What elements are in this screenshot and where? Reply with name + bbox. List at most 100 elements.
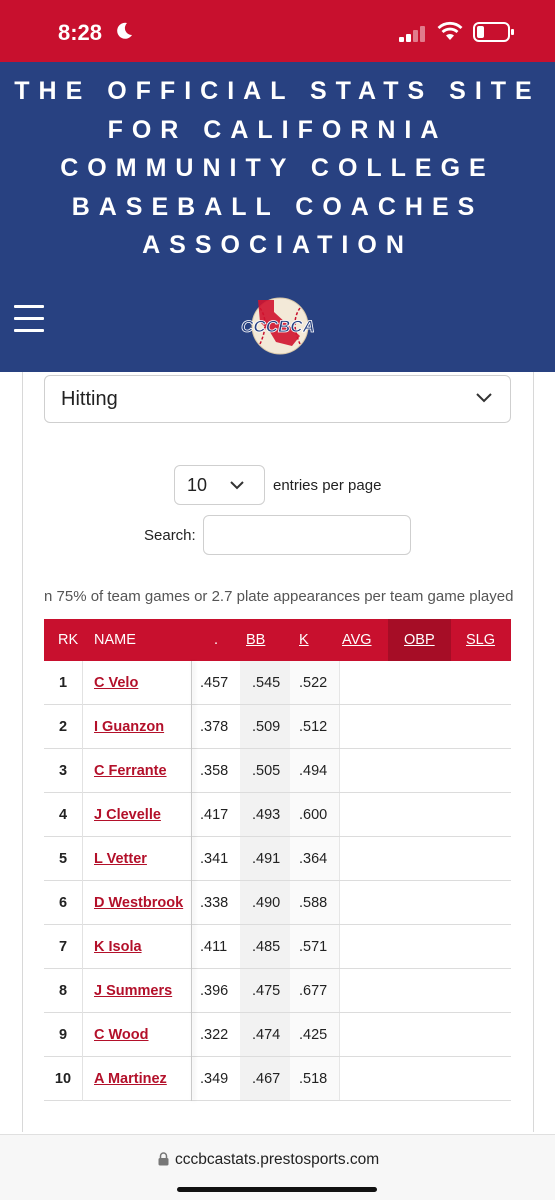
site-title-line: COMMUNITY COLLEGE (60, 154, 495, 182)
bb-cell: .475 (252, 983, 281, 999)
rank-cell: 2 (58, 719, 68, 735)
search-label: Search: (144, 527, 196, 544)
header-obp[interactable]: OBP (404, 619, 435, 661)
entries-per-page-select[interactable]: 10 (174, 465, 265, 505)
k-cell: .512 (299, 719, 328, 735)
partial-column-cell: .338 (200, 895, 229, 911)
table-row: 8 J Summers .396 .475 .677 (44, 969, 511, 1013)
moon-icon (117, 22, 132, 39)
rank-cell: 9 (58, 1027, 68, 1043)
rank-divider (82, 837, 83, 881)
content-border-left (22, 372, 23, 1132)
status-time: 8:28 (58, 20, 103, 45)
k-cell: .364 (299, 851, 328, 867)
rank-cell: 10 (54, 1071, 72, 1087)
k-cell: .588 (299, 895, 328, 911)
player-name-link[interactable]: A Martinez (94, 1057, 167, 1101)
player-name-link[interactable]: L Vetter (94, 837, 147, 881)
player-name-link[interactable]: J Summers (94, 969, 172, 1013)
cccbca-logo[interactable]: CCCBCA (230, 292, 326, 356)
site-title-line: FOR CALIFORNIA (107, 115, 448, 144)
header-partial-column[interactable]: . (214, 619, 218, 661)
home-indicator[interactable] (177, 1187, 377, 1192)
entries-per-page-label: entries per page (273, 477, 382, 494)
lock-icon (158, 1152, 169, 1166)
header-avg[interactable]: AVG (342, 619, 372, 661)
rank-cell: 5 (58, 851, 68, 867)
content-border-right (533, 372, 534, 1132)
player-name-link[interactable]: D Westbrook (94, 881, 183, 925)
site-title-line: THE OFFICIAL STATS SITE (14, 77, 541, 105)
player-name-link[interactable]: J Clevelle (94, 793, 161, 837)
bb-cell: .491 (252, 851, 281, 867)
player-name-link[interactable]: I Guanzon (94, 705, 164, 749)
logo-text: CCCBCA (241, 317, 315, 336)
rank-cell: 8 (58, 983, 68, 999)
qualifier-note: n 75% of team games or 2.7 plate appeara… (44, 588, 514, 605)
partial-column-cell: .341 (200, 851, 229, 867)
search-input[interactable] (203, 515, 411, 555)
url-text: cccbcastats.prestosports.com (175, 1151, 380, 1168)
entries-per-page-value: 10 (187, 475, 208, 495)
partial-column-cell: .396 (200, 983, 229, 999)
site-title: THE OFFICIAL STATS SITE FOR CALIFORNIA C… (0, 72, 555, 265)
stat-category-value: Hitting (61, 388, 118, 410)
rank-cell: 7 (58, 939, 68, 955)
k-cell: .571 (299, 939, 328, 955)
table-row: 6 D Westbrook .338 .490 .588 (44, 881, 511, 925)
partial-column-cell: .378 (200, 719, 229, 735)
bb-cell: .467 (252, 1071, 281, 1087)
table-row: 9 C Wood .322 .474 .425 (44, 1013, 511, 1057)
table-row: 5 L Vetter .341 .491 .364 (44, 837, 511, 881)
k-cell: .600 (299, 807, 328, 823)
rank-cell: 6 (58, 895, 68, 911)
header-name[interactable]: NAME (94, 619, 136, 661)
partial-column-cell: .322 (200, 1027, 229, 1043)
hamburger-menu-icon[interactable] (14, 305, 44, 333)
bb-cell: .485 (252, 939, 281, 955)
rank-divider (82, 705, 83, 749)
rank-divider (82, 881, 83, 925)
rank-cell: 3 (58, 763, 68, 779)
chevron-down-icon (476, 393, 492, 403)
chevron-down-icon (230, 481, 244, 490)
bb-cell: .509 (252, 719, 281, 735)
player-name-link[interactable]: C Velo (94, 661, 138, 705)
browser-url-bar[interactable]: cccbcastats.prestosports.com (0, 1134, 555, 1200)
table-row: 3 C Ferrante .358 .505 .494 (44, 749, 511, 793)
rank-divider (82, 1057, 83, 1101)
header-slg[interactable]: SLG (466, 619, 495, 661)
header-rk[interactable]: RK (58, 619, 78, 661)
rank-divider (82, 969, 83, 1013)
signal-icon (399, 26, 425, 42)
rank-divider (82, 1013, 83, 1057)
frozen-column-edge (191, 661, 192, 1101)
partial-column-cell: .358 (200, 763, 229, 779)
player-name-link[interactable]: C Ferrante (94, 749, 167, 793)
header-bb[interactable]: BB (246, 619, 265, 661)
table-row: 2 I Guanzon .378 .509 .512 (44, 705, 511, 749)
table-row: 4 J Clevelle .417 .493 .600 (44, 793, 511, 837)
status-bar: 8:28 (0, 0, 555, 62)
player-name-link[interactable]: K Isola (94, 925, 142, 969)
bb-cell: .493 (252, 807, 281, 823)
table-row: 10 A Martinez .349 .467 .518 (44, 1057, 511, 1101)
bb-cell: .505 (252, 763, 281, 779)
partial-column-cell: .349 (200, 1071, 229, 1087)
bb-cell: .545 (252, 675, 281, 691)
rank-divider (82, 661, 83, 705)
partial-column-cell: .417 (200, 807, 229, 823)
header-k[interactable]: K (299, 619, 309, 661)
partial-column-cell: .457 (200, 675, 229, 691)
player-name-link[interactable]: C Wood (94, 1013, 149, 1057)
wifi-icon (437, 21, 463, 40)
table-row: 7 K Isola .411 .485 .571 (44, 925, 511, 969)
site-header: THE OFFICIAL STATS SITE FOR CALIFORNIA C… (0, 62, 555, 372)
bb-cell: .474 (252, 1027, 281, 1043)
stat-category-select[interactable]: Hitting (44, 375, 511, 423)
k-cell: .518 (299, 1071, 328, 1087)
k-cell: .522 (299, 675, 328, 691)
rank-cell: 1 (58, 675, 68, 691)
rank-divider (82, 749, 83, 793)
k-cell: .494 (299, 763, 328, 779)
